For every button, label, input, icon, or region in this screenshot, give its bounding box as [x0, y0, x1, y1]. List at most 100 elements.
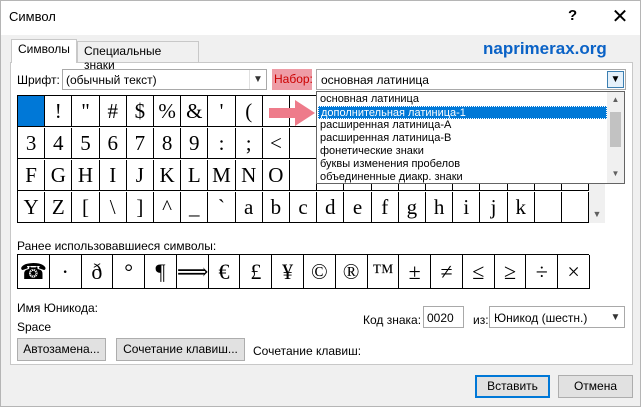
symbol-cell[interactable]: %	[154, 96, 182, 127]
symbol-cell[interactable]: $	[126, 96, 154, 127]
symbol-cell[interactable]: b	[262, 192, 290, 223]
symbol-cell[interactable]: a	[235, 192, 263, 223]
recent-symbol-cell[interactable]: ÷	[526, 255, 559, 289]
subset-option[interactable]: объединенные диакр. знаки	[318, 171, 607, 183]
subset-option[interactable]: дополнительная латиница-1	[318, 106, 607, 119]
symbol-cell[interactable]: &	[181, 96, 209, 127]
symbol-cell[interactable]: c	[290, 192, 318, 223]
insert-button[interactable]: Вставить	[475, 375, 550, 398]
dropdown-scrollbar[interactable]: ▲ ▼	[607, 92, 624, 183]
subset-option[interactable]: расширенная латиница-A	[318, 119, 607, 132]
symbol-cell[interactable]: K	[154, 160, 182, 191]
recent-symbol-cell[interactable]: ≠	[431, 255, 463, 289]
subset-option[interactable]: буквы изменения пробелов	[318, 158, 607, 171]
symbol-cell[interactable]: M	[208, 160, 236, 191]
subset-dropdown-list[interactable]: основная латиница дополнительная латиница…	[316, 91, 625, 184]
symbol-cell[interactable]: F	[18, 160, 46, 191]
symbol-cell[interactable]: J	[126, 160, 154, 191]
recent-symbol-cell[interactable]: ±	[399, 255, 432, 289]
subset-option[interactable]: расширенная латиница-B	[318, 132, 607, 145]
close-button[interactable]: ✕	[601, 3, 639, 31]
recent-symbol-cell[interactable]: ©	[304, 255, 336, 289]
recent-symbol-cell[interactable]: ≤	[462, 255, 495, 289]
recent-symbol-cell[interactable]: ¶	[145, 255, 177, 289]
symbol-cell[interactable]	[290, 128, 318, 159]
symbol-cell[interactable]: e	[344, 192, 372, 223]
symbol-cell[interactable]	[562, 192, 590, 223]
symbol-cell[interactable]: 8	[154, 128, 182, 159]
symbol-cell[interactable]: j	[480, 192, 508, 223]
autocorrect-button[interactable]: Автозамена...	[17, 338, 106, 361]
tab-special-characters[interactable]: Специальные знаки	[77, 41, 199, 72]
recent-symbols-row[interactable]: ☎ · ð ° ¶ ⟹ € £ ¥ © ® ™ ± ≠ ≤ ≥ ÷ ×	[17, 254, 590, 289]
symbol-cell[interactable]: !	[45, 96, 73, 127]
symbol-cell[interactable]: Z	[45, 192, 73, 223]
subset-select[interactable]: основная латиница ▼	[316, 69, 626, 90]
help-button[interactable]: ?	[568, 7, 577, 24]
symbol-cell[interactable]: (	[235, 96, 263, 127]
symbol-cell[interactable]: \	[99, 192, 127, 223]
scroll-down-icon[interactable]: ▼	[607, 169, 624, 178]
chevron-down-icon[interactable]: ▼	[249, 70, 266, 89]
subset-option[interactable]: основная латиница	[318, 93, 607, 106]
symbol-cell[interactable]: #	[99, 96, 127, 127]
symbol-cell[interactable]: h	[426, 192, 454, 223]
character-code-input[interactable]: 0020	[423, 306, 464, 328]
symbol-cell[interactable]: g	[398, 192, 426, 223]
recent-symbol-cell[interactable]: ¥	[272, 255, 304, 289]
scroll-up-icon[interactable]: ▲	[607, 95, 624, 104]
symbol-cell[interactable]: [	[72, 192, 100, 223]
symbol-cell[interactable]: I	[99, 160, 127, 191]
recent-symbol-cell[interactable]: ™	[367, 255, 400, 289]
symbol-cell[interactable]: 9	[181, 128, 209, 159]
chevron-down-icon[interactable]: ▼	[607, 71, 624, 88]
symbol-cell[interactable]: i	[453, 192, 481, 223]
from-select[interactable]: Юникод (шестн.) ▼	[489, 306, 625, 328]
recent-symbol-cell[interactable]: ⟹	[176, 255, 209, 289]
symbol-cell[interactable]: Y	[18, 192, 46, 223]
symbol-cell[interactable]: '	[208, 96, 236, 127]
scroll-thumb[interactable]	[610, 112, 621, 147]
recent-symbol-cell[interactable]: ·	[49, 255, 82, 289]
symbol-cell[interactable]	[534, 192, 562, 223]
symbol-cell[interactable]: ;	[235, 128, 263, 159]
subset-option[interactable]: фонетические знаки	[318, 145, 607, 158]
recent-symbol-cell[interactable]: ð	[81, 255, 114, 289]
symbol-cell[interactable]: L	[181, 160, 209, 191]
font-select[interactable]: (обычный текст) ▼	[62, 69, 267, 90]
symbol-cell[interactable]: k	[507, 192, 535, 223]
symbol-cell[interactable]: G	[45, 160, 73, 191]
symbol-cell[interactable]: ^	[154, 192, 182, 223]
recent-symbol-cell[interactable]: ≥	[494, 255, 527, 289]
recent-symbol-cell[interactable]: €	[208, 255, 241, 289]
symbol-cell[interactable]: _	[181, 192, 209, 223]
shortcut-key-button[interactable]: Сочетание клавиш...	[116, 338, 245, 361]
symbol-cell[interactable]: 7	[126, 128, 154, 159]
symbol-cell[interactable]: 5	[72, 128, 100, 159]
recent-symbol-cell[interactable]: °	[113, 255, 146, 289]
symbol-cell[interactable]: f	[371, 192, 399, 223]
symbol-cell[interactable]: H	[72, 160, 100, 191]
chevron-down-icon[interactable]: ▼	[607, 308, 624, 327]
recent-symbol-cell[interactable]: ×	[558, 255, 590, 289]
tab-symbols[interactable]: Символы	[11, 39, 77, 63]
symbol-cell[interactable]: ]	[126, 192, 154, 223]
symbol-cell[interactable]: <	[262, 128, 290, 159]
from-label: из:	[473, 313, 489, 327]
symbol-cell[interactable]: 4	[45, 128, 73, 159]
scroll-down-icon[interactable]: ▼	[589, 209, 605, 219]
symbol-cell[interactable]: 6	[99, 128, 127, 159]
symbol-cell[interactable]: O	[262, 160, 290, 191]
symbol-cell[interactable]	[18, 96, 46, 127]
symbol-cell[interactable]: N	[235, 160, 263, 191]
symbol-cell[interactable]: "	[72, 96, 100, 127]
recent-symbol-cell[interactable]: ®	[335, 255, 368, 289]
symbol-cell[interactable]: :	[208, 128, 236, 159]
symbol-cell[interactable]: `	[208, 192, 236, 223]
symbol-cell[interactable]: d	[317, 192, 345, 223]
cancel-button[interactable]: Отмена	[558, 375, 633, 398]
recent-symbol-cell[interactable]: ☎	[18, 255, 50, 289]
symbol-cell[interactable]	[290, 160, 318, 191]
recent-symbol-cell[interactable]: £	[240, 255, 273, 289]
symbol-cell[interactable]: 3	[18, 128, 46, 159]
